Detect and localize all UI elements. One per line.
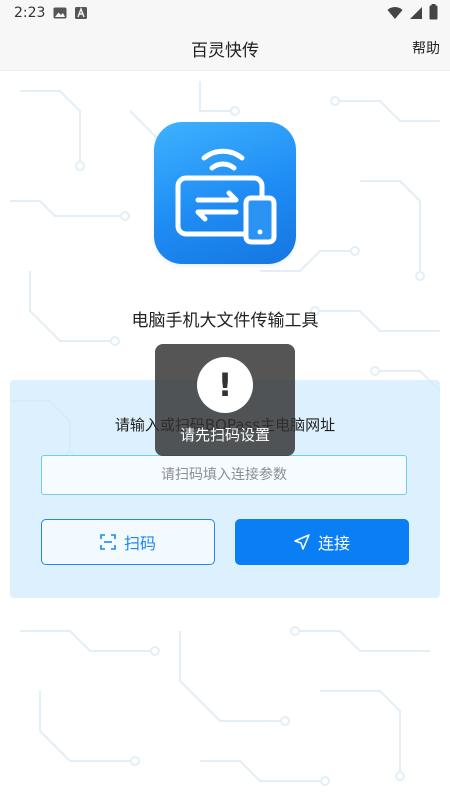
signal-icon <box>409 5 423 24</box>
send-icon <box>294 534 310 550</box>
scan-button[interactable]: 扫码 <box>41 519 215 565</box>
status-indicators <box>387 4 438 24</box>
exclamation-icon: ! <box>197 357 253 413</box>
battery-icon <box>429 4 438 24</box>
status-time: 2:23 <box>14 5 46 21</box>
wifi-icon <box>387 5 403 24</box>
app-title: 百灵快传 <box>191 41 259 61</box>
toast-text: 请先扫码设置 <box>179 426 270 444</box>
transfer-app-logo-icon <box>154 122 296 264</box>
toast-message: ! 请先扫码设置 <box>155 344 295 456</box>
a-icon <box>75 4 88 23</box>
connect-button-label: 连接 <box>317 534 350 553</box>
status-bar: 2:23 <box>0 0 450 26</box>
scan-button-label: 扫码 <box>123 534 156 553</box>
app-bar: 百灵快传 帮助 <box>0 26 450 71</box>
connection-params-input[interactable] <box>41 455 407 495</box>
help-button[interactable]: 帮助 <box>412 38 440 58</box>
scan-icon <box>100 534 116 550</box>
image-icon <box>53 4 67 23</box>
connect-button[interactable]: 连接 <box>235 519 409 565</box>
app-subtitle: 电脑手机大文件传输工具 <box>131 311 319 331</box>
